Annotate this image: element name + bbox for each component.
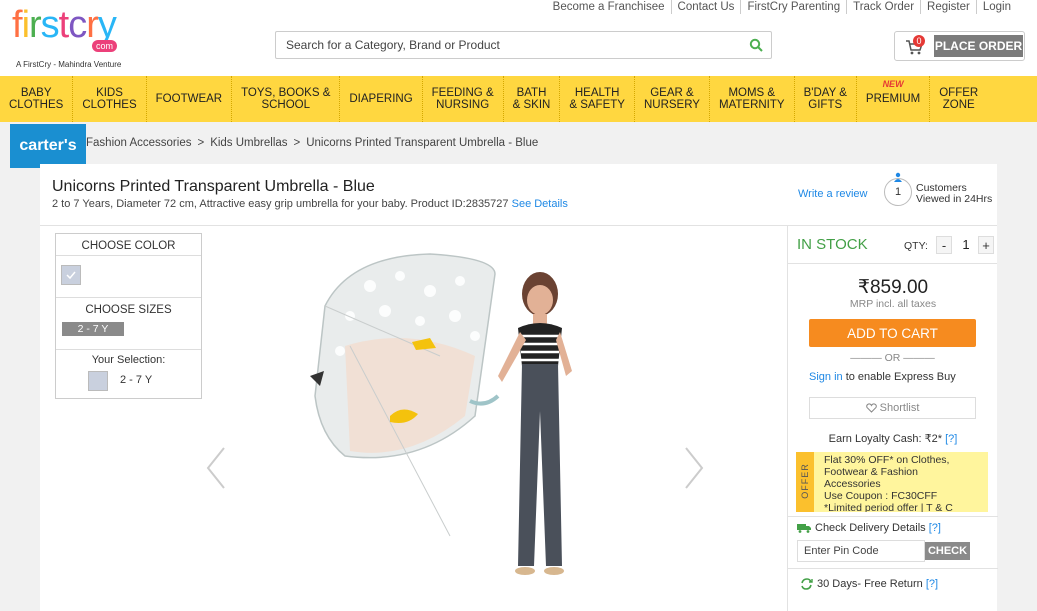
sign-in-link[interactable]: Sign in: [809, 371, 843, 383]
offer-tag: OFFER: [796, 452, 814, 512]
qty-label: QTY:: [904, 240, 928, 252]
breadcrumb-item[interactable]: Fashion Accessories: [86, 137, 191, 149]
stock-row: IN STOCK QTY: - 1 +: [788, 226, 997, 264]
loyalty-help-link[interactable]: [?]: [945, 433, 957, 445]
buy-panel: IN STOCK QTY: - 1 + ₹859.00 MRP incl. al…: [787, 226, 998, 611]
qty-increase-button[interactable]: +: [978, 236, 994, 254]
search-icon[interactable]: [749, 38, 763, 52]
viewers-text: Customers Viewed in 24Hrs: [916, 182, 993, 205]
checkmark-icon: [66, 271, 76, 280]
product-description: 2 to 7 Years, Diameter 72 cm, Attractive…: [52, 198, 568, 210]
firstcry-logo[interactable]: firstcry com A FirstCry - Mahindra Ventu…: [12, 6, 142, 70]
breadcrumb-separator: >: [197, 137, 205, 149]
breadcrumb-separator: >: [293, 137, 301, 149]
color-swatch-blue[interactable]: [61, 265, 81, 285]
loyalty-cash: Earn Loyalty Cash: ₹2* [?]: [828, 433, 958, 445]
selected-color-swatch: [88, 371, 108, 391]
product-panel: Unicorns Printed Transparent Umbrella - …: [40, 164, 998, 611]
nav-bday-gifts[interactable]: B'DAY & GIFTS: [793, 76, 856, 122]
product-image[interactable]: [290, 236, 630, 606]
product-title: Unicorns Printed Transparent Umbrella - …: [52, 178, 375, 195]
size-section: CHOOSE SIZES 2 - 7 Y: [56, 298, 201, 350]
nav-gear-nursery[interactable]: GEAR & NURSERY: [633, 76, 709, 122]
breadcrumb-current: Unicorns Printed Transparent Umbrella - …: [306, 137, 539, 149]
add-to-cart-button[interactable]: ADD TO CART: [809, 319, 976, 347]
truck-icon: [797, 524, 811, 533]
write-review-link[interactable]: Write a review: [798, 188, 867, 200]
divider: [788, 516, 998, 517]
search-bar: [275, 31, 772, 59]
site-header: firstcry com A FirstCry - Mahindra Ventu…: [0, 0, 1037, 76]
rupee-icon: ₹: [857, 277, 870, 298]
check-pincode-button[interactable]: CHECK: [925, 542, 970, 560]
logo-tagline: A FirstCry - Mahindra Venture: [16, 60, 122, 69]
returns-help-link[interactable]: [?]: [926, 578, 938, 590]
color-section: CHOOSE COLOR: [56, 234, 201, 298]
new-badge: NEW: [882, 79, 904, 89]
delivery-check: Check Delivery Details [?]: [797, 522, 941, 534]
category-nav: BABY CLOTHES KIDS CLOTHES FOOTWEAR TOYS,…: [0, 76, 1037, 122]
link-register[interactable]: Register: [920, 0, 976, 14]
nav-feeding-nursing[interactable]: FEEDING & NURSING: [421, 76, 503, 122]
logo-wordmark: firstcry: [12, 4, 117, 46]
carters-brand-logo[interactable]: carter's: [10, 124, 86, 168]
prev-image-arrow-icon[interactable]: [206, 446, 226, 490]
pincode-input[interactable]: [797, 540, 925, 562]
offer-text: Flat 30% OFF* on Clothes, Footwear & Fas…: [824, 454, 953, 512]
place-order-button[interactable]: PLACE ORDER: [934, 35, 1023, 57]
nav-diapering[interactable]: DIAPERING: [339, 76, 421, 122]
nav-footwear[interactable]: FOOTWEAR: [145, 76, 231, 122]
breadcrumb-item[interactable]: Kids Umbrellas: [210, 137, 287, 149]
qty-decrease-button[interactable]: -: [936, 236, 952, 254]
heart-icon: [865, 403, 877, 413]
stock-status: IN STOCK: [797, 236, 868, 253]
link-firstcry-parenting[interactable]: FirstCry Parenting: [740, 0, 846, 14]
your-selection-label: Your Selection:: [91, 354, 166, 366]
variant-selector: CHOOSE COLOR CHOOSE SIZES 2 - 7 Y Your S…: [55, 233, 202, 399]
see-details-link[interactable]: See Details: [512, 198, 568, 210]
link-contact-us[interactable]: Contact Us: [670, 0, 741, 14]
express-buy-note: Sign in to enable Express Buy: [809, 371, 956, 383]
your-selection: Your Selection: 2 - 7 Y: [56, 350, 201, 398]
nav-bath-skin[interactable]: BATH & SKIN: [502, 76, 560, 122]
cart-count-badge: 0: [913, 35, 925, 47]
free-returns: 30 Days- Free Return [?]: [800, 578, 938, 590]
nav-moms-maternity[interactable]: MOMS & MATERNITY: [708, 76, 794, 122]
choose-color-heading: CHOOSE COLOR: [56, 234, 201, 256]
product-price: ₹859.00: [857, 277, 929, 298]
selected-size: 2 - 7 Y: [120, 374, 153, 386]
breadcrumb: Fashion Accessories > Kids Umbrellas > Unico…: [86, 137, 538, 149]
link-track-order[interactable]: Track Order: [846, 0, 920, 14]
link-become-franchisee[interactable]: Become a Franchisee: [547, 0, 671, 14]
top-links: Become a Franchisee Contact Us FirstCry …: [547, 0, 1017, 14]
size-chip-2-7y[interactable]: 2 - 7 Y: [62, 322, 124, 336]
viewers-count: 1: [884, 178, 912, 206]
product-title-bar: Unicorns Printed Transparent Umbrella - …: [40, 164, 997, 226]
nav-baby-clothes[interactable]: BABY CLOTHES: [0, 76, 72, 122]
delivery-help-link[interactable]: [?]: [929, 522, 941, 534]
nav-premium[interactable]: NEW PREMIUM: [855, 76, 929, 122]
divider: [788, 568, 998, 569]
nav-toys-books-school[interactable]: TOYS, BOOKS & SCHOOL: [231, 76, 339, 122]
nav-offer-zone[interactable]: OFFER ZONE: [929, 76, 987, 122]
offer-box: OFFER Flat 30% OFF* on Clothes, Footwear…: [796, 452, 988, 512]
cart-area: 0 PLACE ORDER: [894, 31, 1025, 61]
return-arrows-icon: [801, 578, 813, 590]
or-divider: ——— OR ———: [850, 352, 935, 364]
link-login[interactable]: Login: [975, 0, 1017, 14]
shortlist-button[interactable]: Shortlist: [809, 397, 976, 419]
mrp-note: MRP incl. all taxes: [849, 298, 937, 310]
next-image-arrow-icon[interactable]: [684, 446, 704, 490]
nav-kids-clothes[interactable]: KIDS CLOTHES: [72, 76, 145, 122]
nav-health-safety[interactable]: HEALTH & SAFETY: [559, 76, 634, 122]
qty-value[interactable]: 1: [956, 236, 976, 254]
search-input[interactable]: [276, 32, 726, 58]
choose-sizes-heading: CHOOSE SIZES: [85, 304, 172, 316]
logo-com-badge: com: [92, 40, 118, 52]
